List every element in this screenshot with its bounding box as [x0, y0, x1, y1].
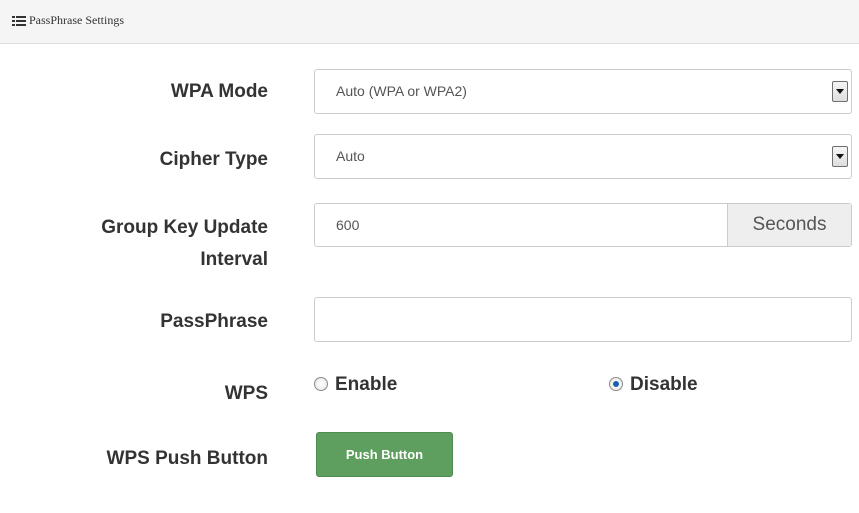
- group-key-interval-input[interactable]: 600 Seconds: [314, 203, 852, 247]
- cipher-type-select[interactable]: Auto: [314, 134, 852, 179]
- cipher-type-label: Cipher Type: [159, 149, 268, 170]
- wps-label: WPS: [224, 383, 268, 404]
- wpa-mode-value: Auto (WPA or WPA2): [336, 83, 467, 99]
- wps-enable-label[interactable]: Enable: [335, 370, 397, 400]
- push-button[interactable]: Push Button: [316, 432, 453, 477]
- wpa-mode-select[interactable]: Auto (WPA or WPA2): [314, 69, 852, 114]
- passphrase-label: PassPhrase: [160, 311, 268, 332]
- wpa-mode-label: WPA Mode: [170, 81, 268, 102]
- passphrase-input[interactable]: [314, 297, 852, 342]
- wps-disable-radio[interactable]: [609, 377, 623, 391]
- dropdown-arrow-icon[interactable]: [832, 81, 848, 102]
- group-key-label-line2: Interval: [200, 249, 268, 270]
- panel-title: PassPhrase Settings: [29, 13, 125, 27]
- wps-push-button-label: WPS Push Button: [106, 448, 268, 469]
- group-key-label-line1: Group Key Update: [101, 217, 268, 238]
- dropdown-arrow-icon[interactable]: [832, 146, 848, 167]
- seconds-addon: Seconds: [727, 204, 851, 246]
- panel-header: PassPhrase Settings: [0, 0, 859, 44]
- group-key-value[interactable]: 600: [336, 204, 359, 246]
- cipher-type-value: Auto: [336, 148, 365, 164]
- wps-enable-radio[interactable]: [314, 377, 328, 391]
- wps-disable-label[interactable]: Disable: [630, 370, 698, 400]
- list-icon: [12, 16, 26, 26]
